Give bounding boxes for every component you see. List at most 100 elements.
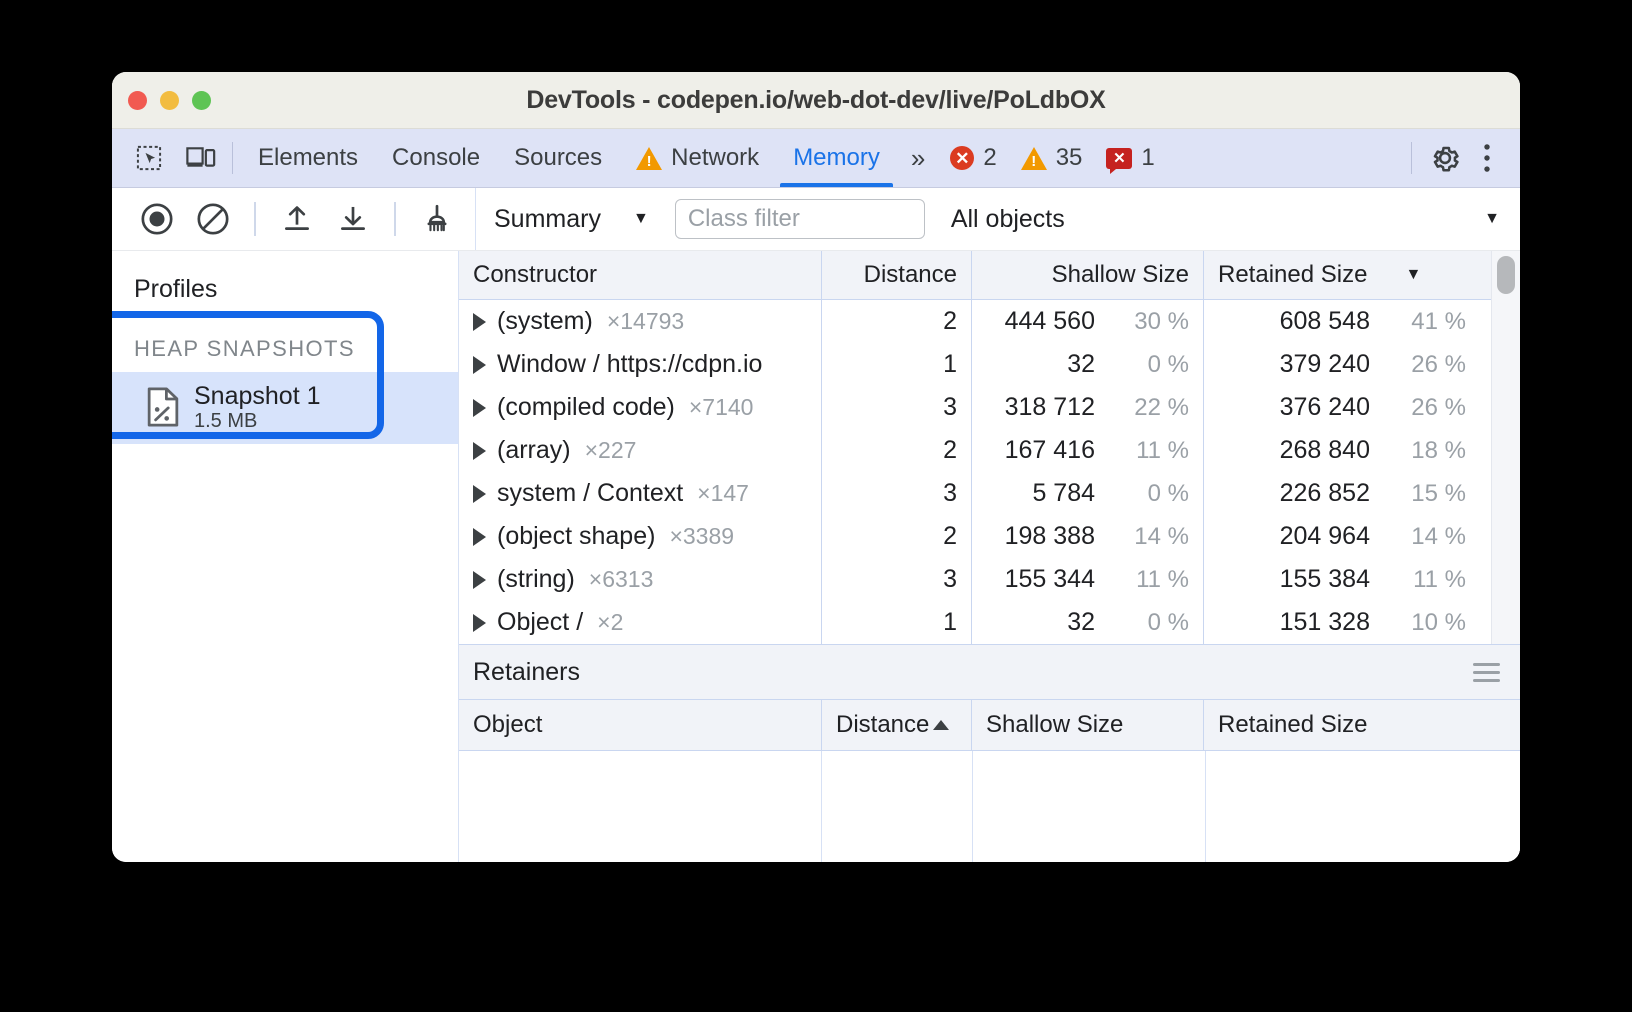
retainers-empty-column-distance (821, 751, 972, 862)
cell-shallow-size: 444 560 30 % (971, 300, 1203, 343)
chevron-down-icon[interactable]: ▼ (633, 210, 649, 228)
object-scope-label[interactable]: All objects (951, 205, 1065, 234)
constructor-count: ×3389 (669, 523, 734, 550)
tab-elements-label: Elements (258, 144, 358, 172)
shallow-size-percent: 0 % (1111, 609, 1189, 637)
traffic-light-buttons (128, 91, 211, 110)
constructors-grid: Constructor Distance Shallow Size Retain… (459, 251, 1520, 645)
broom-icon[interactable] (410, 192, 464, 246)
cell-constructor: (system) ×14793 (459, 300, 821, 343)
constructor-name: (string) (497, 565, 575, 594)
snapshot-item-text: Snapshot 1 1.5 MB (194, 382, 321, 432)
sort-descending-icon: ▼ (1405, 266, 1421, 284)
warning-counter[interactable]: ! 35 (1012, 144, 1092, 172)
tabstrip-right-tools (1401, 129, 1520, 187)
column-header-object[interactable]: Object (459, 700, 821, 750)
column-header-shallow-size[interactable]: Shallow Size (971, 251, 1203, 299)
constructors-grid-header: Constructor Distance Shallow Size Retain… (459, 251, 1520, 300)
retainers-empty-column-object (459, 751, 821, 862)
column-header-retainer-distance[interactable]: Distance (821, 700, 971, 750)
table-row[interactable]: (array) ×227 2 167 416 11 % 268 840 18 % (459, 429, 1520, 472)
column-header-retainer-shallow-size[interactable]: Shallow Size (971, 700, 1203, 750)
minimize-button[interactable] (160, 91, 179, 110)
issue-counter[interactable]: ✕ 1 (1097, 144, 1163, 172)
record-circle-icon[interactable] (130, 192, 184, 246)
maximize-button[interactable] (192, 91, 211, 110)
column-header-retainer-retained-size[interactable]: Retained Size (1203, 700, 1520, 750)
table-row[interactable]: Object / ×2 1 32 0 % 151 328 10 % (459, 601, 1520, 644)
table-row[interactable]: Window / https://cdpn.io 1 32 0 % 379 24… (459, 343, 1520, 386)
column-header-retained-size-label: Retained Size (1218, 261, 1367, 289)
close-button[interactable] (128, 91, 147, 110)
prohibited-circle-icon[interactable] (186, 192, 240, 246)
retainers-title: Retainers (473, 658, 580, 687)
tab-sources-label: Sources (514, 144, 602, 172)
retained-size-percent: 26 % (1388, 394, 1466, 422)
constructors-grid-scrollbar[interactable] (1491, 251, 1520, 644)
table-row[interactable]: system / Context ×147 3 5 784 0 % 226 85… (459, 472, 1520, 515)
cell-distance: 1 (821, 343, 971, 386)
table-row[interactable]: (string) ×6313 3 155 344 11 % 155 384 11… (459, 558, 1520, 601)
constructor-name: (system) (497, 307, 593, 336)
hamburger-menu-icon[interactable] (1473, 663, 1500, 682)
column-header-constructor[interactable]: Constructor (459, 251, 821, 299)
shallow-size-value: 167 416 (1005, 436, 1095, 465)
warning-count-label: 35 (1056, 144, 1083, 172)
constructor-name: system / Context (497, 479, 683, 508)
issue-count-label: 1 (1141, 144, 1154, 172)
tab-network[interactable]: ! Network (619, 129, 776, 187)
column-header-retained-size[interactable]: Retained Size ▼ (1203, 251, 1492, 299)
expand-triangle-icon[interactable] (473, 528, 486, 546)
inspect-element-icon[interactable] (130, 139, 168, 177)
snapshot-size: 1.5 MB (194, 410, 321, 432)
gear-icon[interactable] (1426, 139, 1464, 177)
cell-constructor: (array) ×227 (459, 429, 821, 472)
cell-distance: 2 (821, 515, 971, 558)
cell-constructor: Window / https://cdpn.io (459, 343, 821, 386)
shallow-size-percent: 22 % (1111, 394, 1189, 422)
shallow-size-percent: 0 % (1111, 480, 1189, 508)
expand-triangle-icon[interactable] (473, 356, 486, 374)
retained-size-value: 376 240 (1218, 393, 1370, 422)
tab-elements[interactable]: Elements (241, 129, 375, 187)
heap-snapshots-section-label: HEAP SNAPSHOTS (112, 304, 458, 372)
tab-console[interactable]: Console (375, 129, 497, 187)
table-row[interactable]: (compiled code) ×7140 3 318 712 22 % 376… (459, 386, 1520, 429)
cell-distance: 3 (821, 472, 971, 515)
tab-memory[interactable]: Memory (776, 129, 897, 187)
shallow-size-value: 32 (1067, 350, 1095, 379)
expand-triangle-icon[interactable] (473, 313, 486, 331)
cell-constructor: (compiled code) ×7140 (459, 386, 821, 429)
expand-triangle-icon[interactable] (473, 614, 486, 632)
download-arrow-icon[interactable] (326, 192, 380, 246)
retained-size-percent: 41 % (1388, 308, 1466, 336)
kebab-menu-icon[interactable] (1468, 139, 1506, 177)
devtools-tabs: Elements Console Sources ! Network Memor… (241, 129, 897, 187)
upload-arrow-icon[interactable] (270, 192, 324, 246)
expand-triangle-icon[interactable] (473, 485, 486, 503)
table-row[interactable]: (system) ×14793 2 444 560 30 % 608 548 4… (459, 300, 1520, 343)
table-row[interactable]: (object shape) ×3389 2 198 388 14 % 204 … (459, 515, 1520, 558)
shallow-size-value: 5 784 (1032, 479, 1095, 508)
snapshot-percent-document-icon (146, 387, 180, 427)
expand-triangle-icon[interactable] (473, 571, 486, 589)
tab-memory-label: Memory (793, 144, 880, 172)
scrollbar-thumb[interactable] (1497, 256, 1515, 294)
constructor-count: ×2 (597, 609, 623, 636)
shallow-size-percent: 30 % (1111, 308, 1189, 336)
more-tabs-button[interactable]: » (897, 129, 935, 187)
class-filter-input[interactable] (675, 199, 925, 239)
error-counter[interactable]: ✕ 2 (941, 144, 1005, 172)
cell-retained-size: 376 240 26 % (1203, 386, 1520, 429)
expand-triangle-icon[interactable] (473, 399, 486, 417)
column-header-distance[interactable]: Distance (821, 251, 971, 299)
retained-size-value: 151 328 (1218, 608, 1370, 637)
snapshot-list-item[interactable]: Snapshot 1 1.5 MB (112, 372, 458, 444)
device-toolbar-icon[interactable] (182, 139, 220, 177)
tab-sources[interactable]: Sources (497, 129, 619, 187)
retained-size-percent: 14 % (1388, 523, 1466, 551)
cell-constructor: Object / ×2 (459, 601, 821, 644)
object-scope-chevron-down-icon[interactable]: ▼ (1484, 210, 1500, 228)
expand-triangle-icon[interactable] (473, 442, 486, 460)
view-selector-label[interactable]: Summary (494, 205, 601, 234)
